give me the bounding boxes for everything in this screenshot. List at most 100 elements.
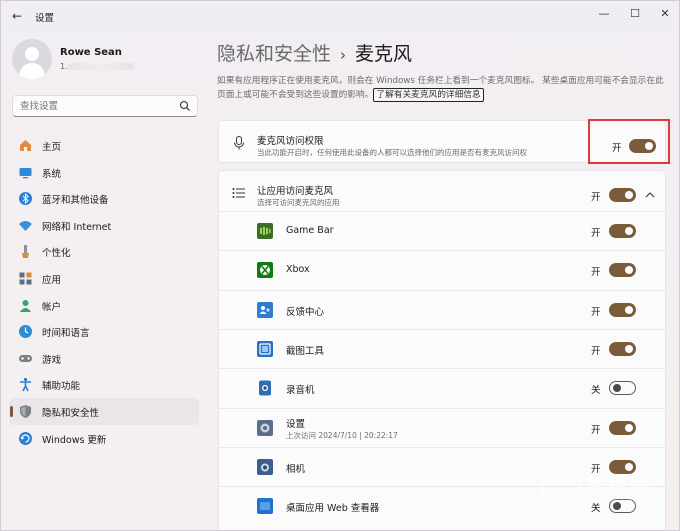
back-arrow-icon[interactable]: ← xyxy=(9,8,25,24)
app-name: 反馈中心 xyxy=(286,306,325,318)
sidebar-item-update[interactable]: Windows 更新 xyxy=(9,425,199,452)
update-icon xyxy=(18,431,33,446)
app-access-title: 让应用访问麦克风 xyxy=(257,186,334,197)
app-access-subtitle: 选择可访问麦克风的应用 xyxy=(257,198,340,207)
list-icon xyxy=(232,188,245,198)
microphone-icon xyxy=(234,136,244,150)
maximize-button[interactable]: ☐ xyxy=(624,5,646,23)
personalization-icon xyxy=(18,244,33,259)
sidebar-item-shield[interactable]: 隐私和安全性 xyxy=(9,397,199,425)
app-access-state: 开 xyxy=(591,306,601,318)
learn-more-link[interactable]: 了解有关麦克风的详细信息 xyxy=(373,88,484,102)
app-row: 反馈中心 开 xyxy=(219,291,667,330)
sidebar-item-wifi[interactable]: 网络和 Internet xyxy=(9,212,199,239)
gaming-icon xyxy=(18,351,33,366)
sidebar-item-label: 应用 xyxy=(42,274,62,286)
breadcrumb-separator: › xyxy=(340,46,347,64)
watermark-logo-icon xyxy=(541,469,581,509)
sidebar-item-label: 时间和语言 xyxy=(42,328,90,340)
app-last-accessed: 上次访问 2024/7/10 | 20:22:17 xyxy=(286,430,398,440)
app-access-state: 开 xyxy=(591,345,601,357)
bluetooth-icon xyxy=(18,191,33,206)
app-access-state: 关 xyxy=(591,385,601,397)
profile-email: 1. xyxy=(60,62,135,71)
recorder-icon xyxy=(257,380,273,396)
sidebar-item-label: 网络和 Internet xyxy=(42,221,112,233)
xbox-icon xyxy=(257,262,273,279)
sidebar-item-label: 游戏 xyxy=(42,354,62,366)
account-icon xyxy=(18,298,33,313)
apps-icon xyxy=(18,271,33,286)
minimize-button[interactable]: — xyxy=(593,5,615,23)
app-row: 录音机 关 xyxy=(219,369,667,408)
app-toggle[interactable] xyxy=(609,263,636,278)
sidebar-item-label: 隐私和安全性 xyxy=(42,407,100,419)
sidebar-nav: 主页系统蓝牙和其他设备 网络和 Internet 个性化应用帐户时间和语言游戏辅助功… xyxy=(9,132,199,451)
snipping-tool-icon xyxy=(257,340,273,357)
sidebar-item-accessibility[interactable]: 辅助功能 xyxy=(9,371,199,398)
watermark-sub: luyouqi.com xyxy=(589,495,638,504)
time-language-icon xyxy=(18,324,33,339)
app-toggle[interactable] xyxy=(609,381,636,396)
app-name: Xbox xyxy=(286,264,310,276)
shield-icon xyxy=(18,404,33,419)
app-name: 截图工具 xyxy=(286,345,325,357)
app-access-row[interactable]: 让应用访问麦克风 选择可访问麦克风的应用 开 xyxy=(219,173,667,212)
sidebar-item-label: 辅助功能 xyxy=(42,381,81,393)
sidebar-item-system[interactable]: 系统 xyxy=(9,159,199,186)
sidebar-item-label: 帐户 xyxy=(42,301,62,313)
wifi-icon xyxy=(18,218,33,233)
sidebar-item-personalization[interactable]: 个性化 xyxy=(9,238,199,265)
sidebar-item-account[interactable]: 帐户 xyxy=(9,292,199,319)
title-bar: ← 设置 — ☐ ✕ xyxy=(1,1,679,31)
app-toggle[interactable] xyxy=(609,302,636,317)
window-title: 设置 xyxy=(35,13,55,24)
watermark: 路由器 luyouqi.com xyxy=(541,465,671,513)
sidebar-item-gaming[interactable]: 游戏 xyxy=(9,345,199,372)
search-input[interactable] xyxy=(20,99,170,114)
app-access-state: 开 xyxy=(591,192,601,203)
page-description: 如果有应用程序正在使用麦克风，则会在 Windows 任务栏上看到一个麦克风图标… xyxy=(217,74,667,102)
mic-access-subtitle: 当此功能开启时，任何使用此设备的人都可以选择他们的应用是否有麦克风访问权 xyxy=(257,148,527,157)
sidebar-item-bluetooth[interactable]: 蓝牙和其他设备 xyxy=(9,185,199,212)
search-box[interactable] xyxy=(12,95,198,117)
search-icon[interactable] xyxy=(179,99,191,113)
webview-icon xyxy=(257,498,273,515)
app-toggle[interactable] xyxy=(609,420,636,435)
sidebar-item-label: 个性化 xyxy=(42,248,71,260)
app-name: 桌面应用 Web 查看器 xyxy=(286,503,380,515)
camera-icon xyxy=(257,458,273,475)
avatar[interactable] xyxy=(12,39,52,79)
app-access-state: 开 xyxy=(591,228,601,239)
app-row: Xbox 开 xyxy=(219,251,667,290)
chevron-up-icon[interactable] xyxy=(645,191,655,199)
breadcrumb: 隐私和安全性 › 麦克风 xyxy=(217,39,412,66)
sidebar-item-label: 主页 xyxy=(42,142,62,153)
app-toggle[interactable] xyxy=(609,224,636,238)
app-name: 设置 xyxy=(286,418,306,430)
close-button[interactable]: ✕ xyxy=(654,5,676,23)
app-name: 相机 xyxy=(286,463,306,475)
sidebar-item-home[interactable]: 主页 xyxy=(9,132,199,159)
system-icon xyxy=(18,165,33,180)
sidebar-item-label: 系统 xyxy=(42,168,62,180)
profile-name: Rowe Sean xyxy=(60,47,122,58)
sidebar-item-apps[interactable]: 应用 xyxy=(9,265,199,292)
accessibility-icon xyxy=(18,377,33,392)
sidebar-item-time-language[interactable]: 时间和语言 xyxy=(9,318,199,345)
app-toggle[interactable] xyxy=(609,341,636,356)
sidebar-item-label: Windows 更新 xyxy=(42,434,107,446)
feedback-hub-icon xyxy=(257,301,273,318)
sidebar-item-label: 蓝牙和其他设备 xyxy=(42,195,109,207)
app-access-toggle[interactable] xyxy=(609,188,636,202)
app-name: 录音机 xyxy=(286,385,315,397)
settings-window: ← 设置 — ☐ ✕ Rowe Sean 1. 主页系统蓝牙和其他设备网络和 I… xyxy=(0,0,680,531)
highlight-box xyxy=(588,119,670,164)
app-name: Game Bar xyxy=(286,225,334,236)
app-row: Game Bar 开 xyxy=(219,212,667,251)
app-row: 截图工具 开 xyxy=(219,330,667,369)
breadcrumb-parent[interactable]: 隐私和安全性 xyxy=(217,43,331,65)
app-access-state: 开 xyxy=(591,267,601,279)
app-access-state: 开 xyxy=(591,424,601,436)
page-title: 麦克风 xyxy=(355,43,413,65)
